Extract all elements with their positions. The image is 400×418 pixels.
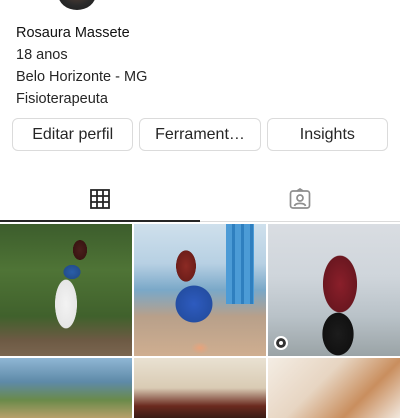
post-thumbnail[interactable] xyxy=(0,224,132,356)
tools-button[interactable]: Ferrament… xyxy=(139,118,261,151)
profile-tabs xyxy=(0,180,400,222)
post-thumbnail[interactable] xyxy=(0,358,132,418)
camera-icon xyxy=(274,336,288,350)
post-thumbnail[interactable] xyxy=(268,224,400,356)
insights-button[interactable]: Insights xyxy=(266,118,388,151)
profile-name: Rosaura Massete xyxy=(16,25,130,41)
profile-avatar[interactable] xyxy=(58,0,96,10)
tab-grid[interactable] xyxy=(0,180,200,222)
tagged-person-icon xyxy=(289,187,311,215)
tabs-divider xyxy=(200,221,400,222)
photo-detail xyxy=(226,224,254,304)
post-thumbnail[interactable] xyxy=(268,358,400,418)
edit-profile-label: Editar perfil xyxy=(32,125,114,143)
edit-profile-button[interactable]: Editar perfil xyxy=(12,118,134,151)
post-thumbnail[interactable] xyxy=(134,358,266,418)
tools-label: Ferrament… xyxy=(155,125,245,143)
posts-grid xyxy=(0,224,400,418)
profile-location: Belo Horizonte - MG xyxy=(16,69,148,85)
profile-bio: Rosaura Massete 18 anos Belo Horizonte -… xyxy=(16,22,147,110)
grid-icon xyxy=(90,188,110,214)
profile-age: 18 anos xyxy=(16,47,68,63)
post-thumbnail[interactable] xyxy=(134,224,266,356)
insights-label: Insights xyxy=(299,125,355,143)
profile-actions: Editar perfil Ferrament… Insights xyxy=(12,118,388,151)
profile-occupation: Fisioterapeuta xyxy=(16,91,108,107)
tab-tagged[interactable] xyxy=(200,180,400,222)
